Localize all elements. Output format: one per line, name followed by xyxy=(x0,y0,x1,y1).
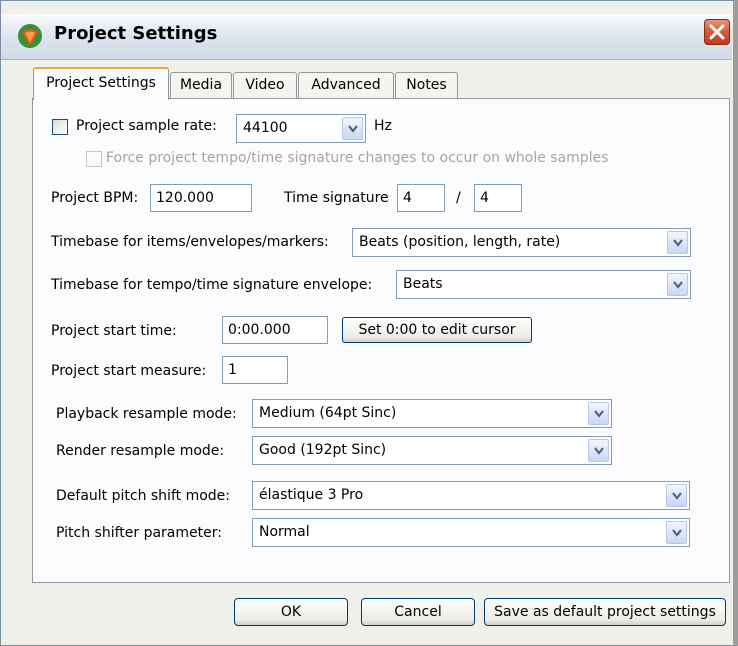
chevron-down-icon[interactable] xyxy=(666,521,687,544)
pitch-shift-mode-value: élastique 3 Pro xyxy=(259,487,364,503)
timebase-tempo-value: Beats xyxy=(403,276,443,292)
ok-button[interactable]: OK xyxy=(234,598,348,626)
pitch-shift-mode-combo[interactable]: élastique 3 Pro xyxy=(252,481,690,510)
time-signature-denominator[interactable]: 4 xyxy=(474,184,522,212)
pitch-shifter-parameter-combo[interactable]: Normal xyxy=(252,518,690,547)
chevron-down-icon[interactable] xyxy=(667,231,688,254)
sample-rate-unit: Hz xyxy=(374,118,392,134)
pitch-shifter-parameter-label: Pitch shifter parameter: xyxy=(56,525,222,541)
reaper-logo-icon xyxy=(16,22,44,50)
pitch-shift-mode-label: Default pitch shift mode: xyxy=(56,488,230,504)
cancel-button[interactable]: Cancel xyxy=(361,598,475,626)
timebase-items-label: Timebase for items/envelopes/markers: xyxy=(51,234,329,250)
close-icon xyxy=(709,24,725,40)
chevron-down-icon[interactable] xyxy=(342,117,363,140)
tab-media[interactable]: Media xyxy=(170,72,232,98)
playback-resample-label: Playback resample mode: xyxy=(56,406,237,422)
sample-rate-value: 44100 xyxy=(243,120,288,136)
window-edge xyxy=(733,0,738,646)
tab-notes[interactable]: Notes xyxy=(395,72,458,98)
playback-resample-combo[interactable]: Medium (64pt Sinc) xyxy=(252,399,612,428)
time-signature-separator: / xyxy=(456,190,461,206)
project-bpm-field[interactable]: 120.000 xyxy=(150,184,252,212)
time-signature-label: Time signature xyxy=(284,190,389,206)
timebase-tempo-label: Timebase for tempo/time signature envelo… xyxy=(51,277,373,293)
playback-resample-value: Medium (64pt Sinc) xyxy=(259,405,397,421)
dialog-title: Project Settings xyxy=(54,23,218,44)
chevron-down-icon[interactable] xyxy=(588,439,609,462)
close-button[interactable] xyxy=(704,19,730,45)
render-resample-value: Good (192pt Sinc) xyxy=(259,442,387,458)
time-signature-numerator[interactable]: 4 xyxy=(397,184,445,212)
project-sample-rate-label: Project sample rate: xyxy=(76,118,217,134)
chevron-down-icon[interactable] xyxy=(667,273,688,296)
force-whole-samples-checkbox[interactable] xyxy=(86,151,102,167)
project-start-measure-label: Project start measure: xyxy=(51,363,207,379)
timebase-items-value: Beats (position, length, rate) xyxy=(359,234,561,250)
tab-advanced[interactable]: Advanced xyxy=(298,72,394,98)
sample-rate-combo[interactable]: 44100 xyxy=(236,114,366,143)
project-start-measure-field[interactable]: 1 xyxy=(222,356,288,384)
project-sample-rate-checkbox[interactable] xyxy=(52,119,68,135)
set-to-edit-cursor-button[interactable]: Set 0:00 to edit cursor xyxy=(342,317,532,343)
save-default-button[interactable]: Save as default project settings xyxy=(484,598,726,626)
project-bpm-label: Project BPM: xyxy=(51,190,139,206)
chevron-down-icon[interactable] xyxy=(666,484,687,507)
render-resample-combo[interactable]: Good (192pt Sinc) xyxy=(252,436,612,465)
project-start-time-label: Project start time: xyxy=(51,323,177,339)
render-resample-label: Render resample mode: xyxy=(56,443,225,459)
timebase-tempo-combo[interactable]: Beats xyxy=(396,270,691,299)
project-start-time-field[interactable]: 0:00.000 xyxy=(222,316,328,344)
pitch-shifter-parameter-value: Normal xyxy=(259,524,310,540)
timebase-items-combo[interactable]: Beats (position, length, rate) xyxy=(352,228,691,257)
tab-project-settings[interactable]: Project Settings xyxy=(33,67,169,100)
chevron-down-icon[interactable] xyxy=(588,402,609,425)
force-whole-samples-label: Force project tempo/time signature chang… xyxy=(106,150,609,166)
tab-video[interactable]: Video xyxy=(233,72,297,98)
